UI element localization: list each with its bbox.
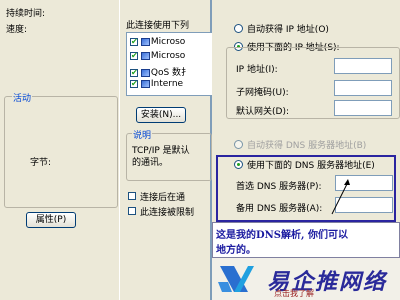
description-line2: 的通讯。 xyxy=(132,158,169,168)
list-item[interactable]: ✔ Microso xyxy=(130,37,185,47)
description-title: 说明 xyxy=(132,128,153,141)
annotation-line2: 地方的。 xyxy=(216,245,256,256)
check-icon: ✔ xyxy=(131,78,138,88)
notify-checkbox[interactable] xyxy=(128,207,136,215)
bytes-label: 字节: xyxy=(30,158,52,168)
show-icon-checkbox[interactable] xyxy=(128,192,136,200)
check-icon: ✔ xyxy=(131,67,138,77)
components-label: 此连接使用下列 xyxy=(126,21,190,31)
list-item[interactable]: ✔ Interne xyxy=(130,79,183,89)
selected-dot-icon xyxy=(237,163,240,166)
speed-label: 速度: xyxy=(6,25,28,35)
network-component-icon xyxy=(140,79,150,88)
gateway-label: 默认网关(D): xyxy=(236,107,289,117)
list-item[interactable]: ✔ QoS 数扌 xyxy=(130,65,190,78)
install-button[interactable]: 安装(N)... xyxy=(136,107,186,123)
subnet-input[interactable] xyxy=(334,80,392,96)
components-list[interactable]: ✔ Microso ✔ Microso ✔ QoS 数扌 ✔ Interne xyxy=(126,32,213,96)
annotation-box: 这是我的DNS解析, 你们可以 地方的。 xyxy=(212,222,400,258)
manual-dns-radio[interactable] xyxy=(234,160,243,169)
auto-dns-label: 自动获得 DNS 服务器地址(B) xyxy=(247,141,367,151)
checkbox[interactable]: ✔ xyxy=(130,67,138,77)
subnet-label: 子网掩码(U): xyxy=(236,88,289,98)
auto-ip-radio[interactable] xyxy=(234,24,243,33)
connection-status-window: 持续时间: 速度: 活动 字节: 属性(P) xyxy=(0,0,125,300)
gateway-input[interactable] xyxy=(334,100,392,116)
network-component-icon xyxy=(140,51,150,60)
list-item-label: Microso xyxy=(150,37,186,47)
network-component-icon xyxy=(140,68,150,77)
alternate-dns-label: 备用 DNS 服务器(A): xyxy=(236,204,323,214)
ip-address-label: IP 地址(I): xyxy=(236,65,278,75)
auto-dns-radio[interactable] xyxy=(234,140,243,149)
list-item-label: Interne xyxy=(150,79,184,89)
preferred-dns-label: 首选 DNS 服务器(P): xyxy=(236,182,322,192)
show-icon-label: 连接后在通 xyxy=(140,193,186,203)
notify-label: 此连接被限制 xyxy=(140,208,195,218)
list-item-label: QoS 数扌 xyxy=(150,68,191,78)
checkbox[interactable]: ✔ xyxy=(130,78,138,88)
network-component-icon xyxy=(140,37,150,46)
properties-button[interactable]: 属性(P) xyxy=(26,212,76,228)
activity-label: 活动 xyxy=(12,91,33,104)
list-item[interactable]: ✔ Microso xyxy=(130,51,185,61)
list-item-label: Microso xyxy=(150,51,186,61)
watermark-subtext: 点击我了解 xyxy=(274,289,314,298)
manual-dns-label: 使用下面的 DNS 服务器地址(E) xyxy=(247,161,375,171)
auto-ip-label: 自动获得 IP 地址(O) xyxy=(247,25,329,35)
duration-label: 持续时间: xyxy=(6,9,46,19)
ip-address-input[interactable] xyxy=(334,58,392,74)
activity-group xyxy=(4,96,118,208)
watermark-area: 易企推网络 点击我了解 xyxy=(212,258,400,300)
check-icon: ✔ xyxy=(131,36,138,46)
check-icon: ✔ xyxy=(131,50,138,60)
checkbox[interactable]: ✔ xyxy=(130,50,138,60)
checkbox[interactable]: ✔ xyxy=(130,36,138,46)
arrow-icon xyxy=(331,179,350,215)
connection-properties-window: 此连接使用下列 ✔ Microso ✔ Microso ✔ QoS 数扌 ✔ I… xyxy=(119,0,213,300)
annotation-line1: 这是我的DNS解析, 你们可以 xyxy=(216,230,348,241)
logo-icon xyxy=(218,266,254,292)
